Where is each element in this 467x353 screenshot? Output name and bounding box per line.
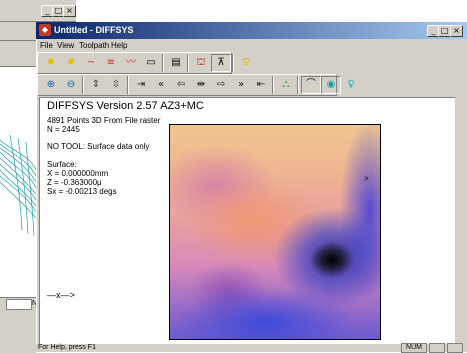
toolbar-view-button-10[interactable]: ⇤ [251, 76, 271, 94]
tool-info: NO TOOL: Surface data only [47, 142, 150, 151]
surface-map-plot[interactable] [169, 124, 381, 340]
surface-view-icon: ⌒ [306, 79, 316, 90]
toolbar-main-button-6[interactable]: ▤ [166, 54, 186, 72]
pan-vertical-icon: ⇕ [91, 79, 101, 90]
toolbar-main-button-4[interactable]: 〰 [121, 54, 141, 72]
bracket-arrows-icon: ⇹ [196, 79, 206, 90]
zoom-in-icon: ⊕ [46, 79, 56, 90]
toolbar-view-button-8[interactable]: ⇨ [211, 76, 231, 94]
background-close-button[interactable]: × [63, 5, 76, 17]
toolbar-separator [127, 76, 129, 94]
toolbar-view-button-12[interactable]: ⌒ [301, 76, 321, 94]
toolbar-view-button-2[interactable]: ⇕ [86, 76, 106, 94]
machine-red-icon: ⛫ [196, 57, 206, 68]
toolbar-view-button-1[interactable]: ⊖ [61, 76, 81, 94]
surface-label: Surface: [47, 160, 77, 169]
background-plot-lines [0, 134, 36, 237]
background-menubar [0, 22, 36, 41]
toolbar-main-button-2[interactable]: ∼ [81, 54, 101, 72]
toolbar-view-button-4[interactable]: ⇥ [131, 76, 151, 94]
toolbar-separator [187, 54, 189, 72]
help-bulb-icon: ♀ [347, 79, 355, 90]
fast-forward-icon: » [237, 79, 245, 90]
status-help-text: For Help, press F1 [38, 344, 96, 351]
toolbar-view-button-14[interactable]: ♀ [341, 76, 361, 94]
toolbar-view-button-3[interactable]: ⇳ [106, 76, 126, 94]
x-axis-arrow: —x—> [47, 290, 75, 300]
background-toolbar [0, 41, 36, 67]
app-icon[interactable]: ◆ [39, 24, 51, 36]
document-icon: ▤ [171, 57, 181, 68]
step-right-icon: ⇥ [136, 79, 146, 90]
toolbar-view-button-13[interactable]: ◉ [321, 76, 341, 94]
toolbar-view-button-7[interactable]: ⇹ [191, 76, 211, 94]
toolbar-main-button-9[interactable]: ♀ [236, 54, 256, 72]
lines-red-icon: ≡ [106, 57, 116, 68]
sx-value: Sx = -0.00213 degs [47, 187, 117, 196]
toolbar-main-button-0[interactable]: ✹ [41, 54, 61, 72]
zoom-out-icon: ⊖ [66, 79, 76, 90]
map-view-icon: ◉ [326, 79, 336, 90]
toolbar-separator [272, 76, 274, 94]
toolbar-main-button-7[interactable]: ⛫ [191, 54, 211, 72]
background-status-field [6, 299, 32, 310]
3d-view-icon: ⛬ [282, 79, 290, 90]
menu-file[interactable]: File [40, 41, 53, 51]
wave-red-2-icon: 〰 [126, 57, 136, 68]
arrow-right-icon: ⇨ [216, 79, 226, 90]
toolbar-separator [232, 54, 234, 72]
toolbar-view-button-0[interactable]: ⊕ [41, 76, 61, 94]
arrow-left-icon: ⇦ [176, 79, 186, 90]
wave-red-icon: ∼ [86, 57, 96, 68]
version-heading: DIFFSYS Version 2.57 AZ3+MC [47, 100, 204, 112]
step-left-icon: ⇤ [256, 79, 266, 90]
points-info: 4891 Points 3D From File raster [47, 116, 161, 125]
toolbar-main-button-5[interactable]: ▭ [141, 54, 161, 72]
toolbar-separator [297, 76, 299, 94]
tool-icon: ⊼ [217, 57, 225, 68]
menu-view[interactable]: View [57, 41, 74, 51]
sun-small-icon: ✹ [66, 57, 76, 68]
x-value: X = 0.000000mm [47, 169, 109, 178]
toolbar-main-button-8[interactable]: ⊼ [211, 54, 231, 72]
toolbar-view-button-6[interactable]: ⇦ [171, 76, 191, 94]
toolbar-view-button-11[interactable]: ⛬ [276, 76, 296, 94]
window-title: Untitled - DIFFSYS [54, 25, 134, 35]
sun-yellow-icon: ✹ [46, 57, 56, 68]
rectangle-icon: ▭ [146, 57, 156, 68]
toolbar-separator [162, 54, 164, 72]
toolbar-main-button-3[interactable]: ≡ [101, 54, 121, 72]
toolbar-view-button-5[interactable]: « [151, 76, 171, 94]
compress-vertical-icon: ⇳ [111, 79, 121, 90]
count-info: N = 2445 [47, 125, 80, 134]
menu-toolpath[interactable]: Toolpath [79, 41, 109, 51]
rewind-icon: « [157, 79, 165, 90]
lightbulb-icon: ♀ [242, 57, 250, 68]
toolbar-main-button-1[interactable]: ✹ [61, 54, 81, 72]
close-button[interactable]: × [450, 25, 463, 37]
z-value: Z = -0.363000μ [47, 178, 102, 187]
toolbar-separator [82, 76, 84, 94]
toolbar-view-button-9[interactable]: » [231, 76, 251, 94]
plot-marker: > [364, 174, 369, 183]
menu-help[interactable]: Help [111, 41, 127, 51]
